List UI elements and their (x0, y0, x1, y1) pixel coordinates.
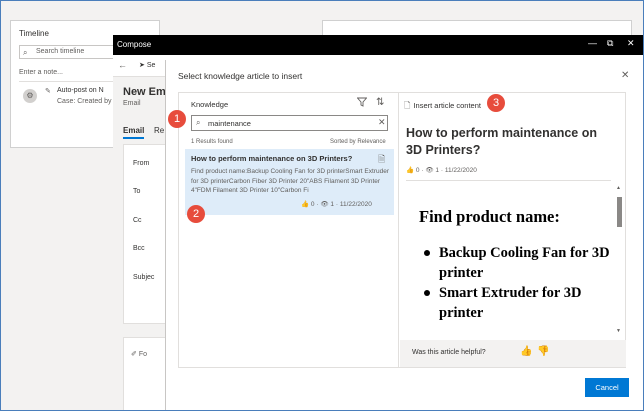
preview-views: 1 (435, 167, 440, 174)
document-icon: 🗋 (404, 101, 411, 110)
article-content: Find product name: Backup Cooling Fan fo… (406, 185, 611, 337)
format-icon: ✐ (131, 351, 139, 358)
content-heading: Find product name: (419, 207, 560, 226)
bullet-icon (424, 290, 430, 296)
close-icon[interactable]: ✕ (627, 38, 635, 49)
results-count: 1 Results found (191, 139, 233, 145)
preview-meta: 👍 0 · 👁 1 · 11/22/2020 (406, 167, 477, 174)
post-subtitle: Case: Created by E (57, 98, 119, 105)
subject-field-label: Subjec (133, 274, 155, 281)
result-title: How to perform maintenance on 3D Printer… (191, 154, 353, 163)
timeline-note-input[interactable]: Enter a note... (19, 69, 63, 76)
result-date: 11/22/2020 (339, 201, 372, 208)
email-body-box[interactable] (123, 337, 168, 411)
preview-date: 11/22/2020 (444, 167, 477, 174)
post-title: Auto-post on N (57, 87, 104, 94)
callout-badge: 3 (487, 94, 505, 112)
from-field-label: From (133, 160, 150, 167)
list-item: Smart Extruder for 3D printer (424, 283, 611, 323)
tab-email[interactable]: Email (123, 126, 145, 139)
sorted-by-label: Sorted by Relevance (330, 139, 386, 145)
views-icon: 👁 (425, 167, 434, 174)
preview-scrollbar[interactable]: ▲ ▼ (616, 185, 622, 337)
document-icon[interactable]: 🗎 (378, 152, 385, 168)
compose-title: Compose (117, 40, 152, 49)
bcc-field-label: Bcc (133, 245, 145, 252)
formatting-toolbar[interactable]: ✐ Fo (131, 350, 147, 358)
formatting-label: Fo (138, 351, 147, 358)
scroll-down-icon[interactable]: ▼ (616, 328, 621, 334)
article-preview-pane: 🗋 Insert article content How to perform m… (400, 93, 626, 367)
result-meta: 👍 0 · 👁 1 · 11/22/2020 (301, 201, 372, 208)
compose-heading: New Em (123, 86, 166, 98)
timeline-search-placeholder: Search timeline (36, 48, 85, 55)
callout-badge: 1 (168, 110, 186, 128)
scroll-up-icon[interactable]: ▲ (616, 185, 621, 191)
compose-subheading: Email (123, 100, 141, 107)
tab-related[interactable]: Re (154, 126, 164, 135)
content-list: Backup Cooling Fan for 3D printer Smart … (424, 243, 611, 323)
avatar: ⚙ (23, 89, 37, 103)
compose-toolbar: ← ➤ Se (113, 55, 168, 77)
views-icon: 👁 (320, 201, 329, 208)
knowledge-search-pane: Knowledge ⇅ ⌕ ✕ 1 Results found Sorted b… (179, 93, 399, 367)
close-icon[interactable]: ✕ (621, 70, 629, 81)
timeline-title: Timeline (19, 29, 49, 38)
preview-likes: 0 (415, 167, 420, 174)
back-arrow-icon[interactable]: ← (118, 60, 127, 70)
result-views: 1 (330, 201, 335, 208)
content-item-text: Backup Cooling Fan for 3D printer (439, 245, 610, 281)
result-likes: 0 (310, 201, 315, 208)
bullet-icon (424, 250, 430, 256)
thumbs-down-icon[interactable]: 👎 (537, 346, 549, 357)
insert-article-label: Insert article content (413, 101, 481, 110)
cancel-button[interactable]: Cancel (585, 378, 629, 397)
cc-field-label: Cc (133, 217, 142, 224)
clear-icon[interactable]: ✕ (378, 117, 386, 128)
dialog-body: Knowledge ⇅ ⌕ ✕ 1 Results found Sorted b… (178, 92, 626, 368)
minimize-icon[interactable]: — (588, 38, 597, 48)
knowledge-search-input[interactable] (208, 117, 368, 129)
send-button[interactable]: ➤ Se (139, 61, 155, 69)
like-icon: 👍 (301, 201, 310, 208)
email-fields-box (123, 144, 168, 324)
search-result-item[interactable]: How to perform maintenance on 3D Printer… (185, 149, 394, 215)
knowledge-label: Knowledge (191, 100, 229, 109)
search-icon: ⌕ (196, 118, 201, 127)
search-icon: ⌕ (23, 48, 28, 57)
to-field-label: To (133, 188, 141, 195)
feedback-bar: Was this article helpful? 👍 👎 (400, 340, 626, 367)
insert-article-button[interactable]: 🗋 Insert article content (404, 100, 481, 114)
divider (406, 180, 611, 181)
helpful-question: Was this article helpful? (412, 349, 486, 356)
callout-badge: 2 (187, 205, 205, 223)
maximize-icon[interactable]: ⧉ (607, 38, 613, 49)
scrollbar-thumb[interactable] (617, 197, 622, 227)
list-item: Backup Cooling Fan for 3D printer (424, 243, 611, 283)
filter-icon[interactable] (356, 97, 368, 110)
post-icon: ✎ (45, 88, 51, 95)
like-icon: 👍 (406, 167, 415, 174)
result-snippet: Find product name:Backup Cooling Fan for… (191, 168, 389, 194)
compose-titlebar: Compose — ⧉ ✕ (113, 35, 644, 55)
dialog-title: Select knowledge article to insert (178, 71, 303, 81)
sort-icon[interactable]: ⇅ (376, 97, 384, 108)
send-label: Se (146, 62, 156, 69)
compose-form: ← ➤ Se New Em Email Email Re From To Cc … (113, 55, 168, 411)
thumbs-up-icon[interactable]: 👍 (520, 346, 532, 357)
insert-article-dialog: Select knowledge article to insert ✕ Kno… (165, 60, 644, 411)
content-item-text: Smart Extruder for 3D printer (439, 285, 582, 321)
knowledge-search-box[interactable]: ⌕ ✕ (191, 115, 388, 131)
preview-title: How to perform maintenance on 3D Printer… (406, 126, 597, 157)
